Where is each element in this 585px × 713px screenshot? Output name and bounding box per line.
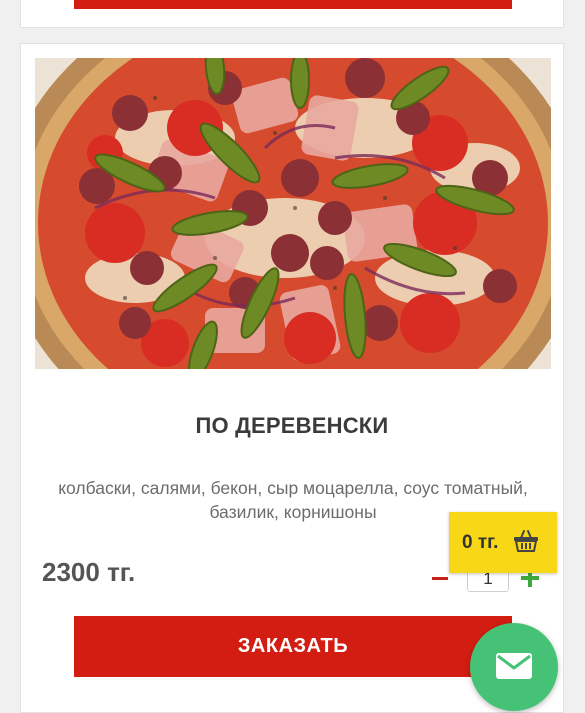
order-button[interactable]: ЗАКАЗАТЬ (74, 616, 512, 677)
mail-icon (496, 653, 532, 679)
cart-button[interactable]: 0 тг. (449, 512, 557, 573)
contact-mail-button[interactable] (470, 623, 558, 711)
product-card: ПО ДЕРЕВЕНСКИ колбаски, салями, бекон, с… (20, 43, 564, 713)
product-title: ПО ДЕРЕВЕНСКИ (195, 413, 389, 438)
cart-total: 0 тг. (462, 532, 499, 553)
previous-order-button[interactable] (74, 0, 512, 9)
product-price: 2300 тг. (42, 557, 136, 587)
previous-product-card (20, 0, 564, 28)
pizza-photo (35, 58, 551, 369)
minus-icon[interactable] (432, 577, 448, 580)
basket-icon (513, 529, 539, 559)
